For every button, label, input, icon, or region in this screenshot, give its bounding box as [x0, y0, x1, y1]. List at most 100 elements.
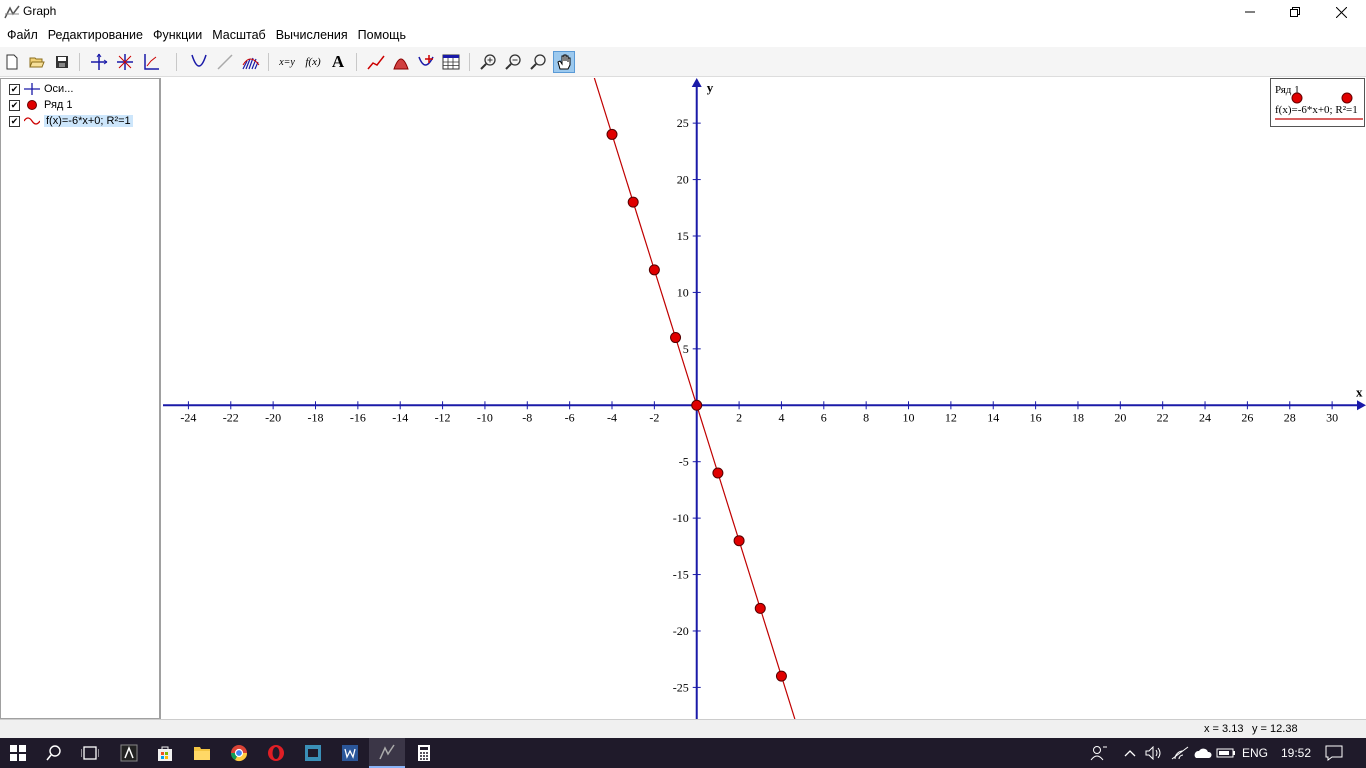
- language-indicator[interactable]: ENG: [1242, 738, 1268, 768]
- x-tick-label: -22: [223, 410, 239, 424]
- insert-relation-button[interactable]: x=y: [276, 51, 298, 73]
- taskbar-app-paint-tool[interactable]: [111, 738, 147, 768]
- insert-trendline-button[interactable]: [365, 51, 387, 73]
- task-view-button[interactable]: [72, 738, 108, 768]
- trendline: [593, 78, 796, 719]
- open-file-button[interactable]: [26, 51, 48, 73]
- taskbar: ENG 19:52: [0, 738, 1366, 768]
- chrome-icon: [230, 745, 248, 762]
- show-hidden-icons-button[interactable]: [1124, 738, 1136, 768]
- zoom-in-button[interactable]: [478, 51, 500, 73]
- search-button[interactable]: [36, 738, 72, 768]
- battery-icon: [1216, 748, 1235, 758]
- tree-item-label: Ряд 1: [44, 99, 73, 111]
- taskbar-app-calculator[interactable]: [406, 738, 442, 768]
- battery-button[interactable]: [1216, 738, 1236, 768]
- x-tick-label: 30: [1326, 410, 1338, 424]
- toolbar-separator: [79, 53, 80, 71]
- insert-tangent-button[interactable]: [214, 51, 236, 73]
- minimize-button[interactable]: [1227, 0, 1273, 24]
- status-bar: x = 3.13 y = 12.38: [0, 719, 1366, 738]
- menu-help[interactable]: Помощь: [353, 28, 411, 42]
- graph-canvas[interactable]: xy -24 -22 -20 -18 -16 -14 -12 -10 -8 -6 -4 -2 2 4 6 8 1…: [163, 78, 1366, 719]
- x-tick-label: 28: [1284, 410, 1296, 424]
- series-1-checkbox[interactable]: ✔: [9, 99, 20, 111]
- legend-point-marker: [1341, 92, 1353, 104]
- axes-button[interactable]: [88, 51, 110, 73]
- x-tick-label: -6: [565, 410, 575, 424]
- legend[interactable]: Ряд 1 f(x)=-6*x+0; R²=1: [1270, 78, 1365, 127]
- insert-text-button[interactable]: A: [327, 51, 349, 73]
- menu-functions[interactable]: Функции: [148, 28, 207, 42]
- zoom-out-button[interactable]: [503, 51, 525, 73]
- save-disk-icon: [56, 56, 68, 68]
- y-axis-label: y: [707, 80, 714, 95]
- save-button[interactable]: [51, 51, 73, 73]
- function-list-panel: ✔ Оси... ✔ Ряд 1 ✔ f(x)=-6*x+0; R²=1: [0, 78, 161, 719]
- insert-f-of-x-button[interactable]: f(x): [302, 51, 324, 73]
- zoom-in-icon: [480, 54, 496, 70]
- y-tick-label: 25: [677, 116, 689, 130]
- area-icon: [393, 58, 409, 70]
- menu-edit[interactable]: Редактирование: [43, 28, 148, 42]
- x-tick-label: -24: [180, 410, 196, 424]
- function-curve-icon: [191, 54, 207, 67]
- taskbar-app-graph[interactable]: [369, 738, 405, 768]
- tangent-icon: [217, 54, 233, 70]
- axes-grid-icon: [117, 54, 133, 70]
- taskbar-app-media[interactable]: [295, 738, 331, 768]
- evaluate-point-button[interactable]: [415, 51, 437, 73]
- grid-axes-button[interactable]: [114, 51, 136, 73]
- start-button[interactable]: [0, 738, 36, 768]
- tree-item-trendline[interactable]: ✔ f(x)=-6*x+0; R²=1: [9, 113, 133, 129]
- clock[interactable]: 19:52: [1281, 738, 1311, 768]
- insert-shading-button[interactable]: [240, 51, 262, 73]
- point-series-icon: [144, 54, 159, 70]
- minimize-icon: [1245, 11, 1255, 13]
- menu-file[interactable]: Файл: [2, 28, 43, 42]
- calculator-icon: [418, 745, 430, 761]
- table-button[interactable]: [440, 51, 462, 73]
- store-bag-icon: [158, 746, 172, 761]
- insert-area-button[interactable]: [390, 51, 412, 73]
- close-button[interactable]: [1318, 0, 1364, 24]
- zoom-out-icon: [505, 54, 521, 70]
- zoom-standard-button[interactable]: [528, 51, 550, 73]
- axes-checkbox[interactable]: ✔: [9, 83, 20, 95]
- tree-item-axes[interactable]: ✔ Оси...: [9, 81, 73, 97]
- open-folder-icon: [29, 57, 45, 68]
- restore-button[interactable]: [1272, 0, 1318, 24]
- onedrive-button[interactable]: [1192, 738, 1212, 768]
- chevron-up-icon: [1124, 750, 1136, 757]
- restore-icon: [1290, 7, 1300, 17]
- x-tick-label: 26: [1241, 410, 1253, 424]
- taskbar-app-store[interactable]: [147, 738, 183, 768]
- data-point: [670, 332, 682, 344]
- y-tick-label: -15: [673, 568, 689, 582]
- menu-zoom[interactable]: Масштаб: [207, 28, 270, 42]
- new-file-button[interactable]: [1, 51, 23, 73]
- tree-item-series-1[interactable]: ✔ Ряд 1: [9, 97, 73, 113]
- taskbar-app-explorer[interactable]: [184, 738, 220, 768]
- pan-button[interactable]: [553, 51, 575, 73]
- taskbar-app-opera[interactable]: [258, 738, 294, 768]
- network-button[interactable]: [1171, 738, 1189, 768]
- trendline-checkbox[interactable]: ✔: [9, 115, 20, 127]
- menu-calculate[interactable]: Вычисления: [271, 28, 353, 42]
- x-tick-label: 20: [1114, 410, 1126, 424]
- legend-point-marker: [1291, 92, 1303, 104]
- cursor-y-readout: y = 12.38: [1252, 723, 1298, 735]
- action-center-button[interactable]: [1325, 738, 1343, 768]
- axes-icon: [24, 83, 40, 95]
- people-button[interactable]: [1090, 738, 1108, 768]
- insert-point-series-button[interactable]: [140, 51, 162, 73]
- data-point: [712, 467, 724, 479]
- pen-tool-icon: [120, 744, 138, 762]
- insert-function-button[interactable]: [188, 51, 210, 73]
- trendline-icon: [24, 115, 40, 127]
- x-tick-label: -12: [435, 410, 451, 424]
- volume-button[interactable]: [1145, 738, 1163, 768]
- taskbar-app-word[interactable]: [332, 738, 368, 768]
- taskbar-app-chrome[interactable]: [221, 738, 257, 768]
- data-point: [733, 535, 745, 547]
